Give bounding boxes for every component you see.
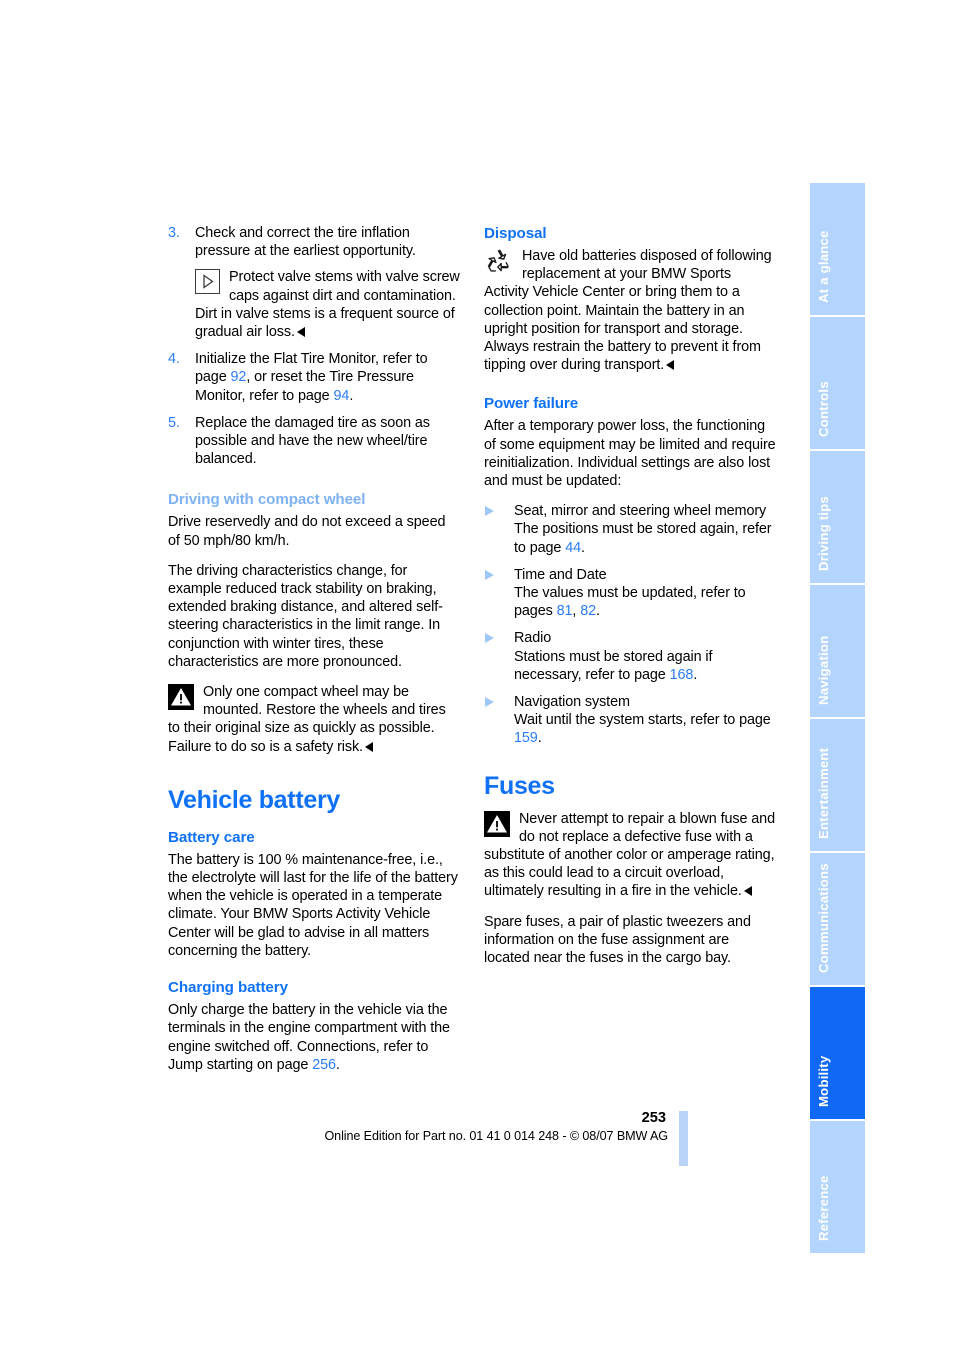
list-item: Radio Stations must be stored again if n… [484, 629, 776, 684]
item-title: Radio [514, 630, 552, 647]
paragraph-battery-care: The battery is 100 % maintenance-free, i… [168, 851, 458, 959]
item-detail-before: Wait until the system starts, refer to p… [514, 712, 771, 729]
list-item: Time and Date The values must be updated… [484, 566, 776, 621]
tab-label: Mobility [815, 1055, 831, 1107]
step-text: Replace the damaged tire as soon as poss… [195, 414, 430, 468]
end-of-note-marker [666, 360, 675, 371]
numbered-step-list: 3. Check and correct the tire inflation … [168, 224, 460, 468]
tab-communications[interactable]: Communications [810, 853, 865, 985]
subheading-power-failure: Power failure [484, 395, 579, 413]
power-failure-list: Seat, mirror and steering wheel memory T… [484, 502, 776, 747]
note-text: Protect valve stems with valve screw cap… [195, 268, 460, 341]
subheading-charging-battery: Charging battery [168, 979, 288, 997]
end-of-note-marker [296, 327, 305, 338]
step-number: 4. [168, 351, 180, 368]
disposal-text: Have old batteries disposed of following… [484, 247, 776, 374]
note-text-body: Protect valve stems with valve screw cap… [195, 269, 460, 341]
page-reference[interactable]: 82 [580, 603, 596, 619]
step-text: Check and correct the tire inflation pre… [195, 225, 416, 260]
item-detail-after: . [693, 666, 698, 683]
heading-fuses: Fuses [484, 771, 555, 800]
page-edge-marker [679, 1111, 688, 1166]
recycling-icon [484, 248, 513, 274]
paragraph-charging-battery: Only charge the battery in the vehicle v… [168, 1001, 460, 1074]
section-tab-strip: At a glance Controls Driving tips Naviga… [810, 183, 865, 1253]
warning-icon [168, 684, 194, 711]
tab-label: At a glance [815, 230, 831, 303]
list-item: 3. Check and correct the tire inflation … [168, 224, 460, 341]
item-detail-after: . [537, 730, 542, 747]
subheading-battery-care: Battery care [168, 828, 255, 846]
triangle-bullet-icon [485, 506, 494, 517]
item-title: Time and Date [514, 566, 607, 583]
tab-label: Reference [815, 1175, 831, 1241]
item-detail-before: The values must be updated, refer to pag… [514, 585, 746, 620]
triangle-bullet-icon [485, 697, 494, 708]
left-text-column: 3. Check and correct the tire inflation … [168, 224, 460, 1086]
item-detail-before: The positions must be stored again, refe… [514, 521, 772, 556]
triangle-bullet-icon [485, 569, 494, 580]
warning-text-body: Never attempt to repair a blown fuse and… [484, 810, 775, 900]
paragraph-spare-fuses: Spare fuses, a pair of plastic tweezers … [484, 913, 751, 967]
item-title: Seat, mirror and steering wheel memory [514, 503, 767, 520]
note-block-disposal: Have old batteries disposed of following… [484, 247, 776, 374]
tab-controls[interactable]: Controls [810, 317, 865, 449]
warning-block-compact-wheel: Only one compact wheel may be mounted. R… [168, 683, 460, 756]
warning-text: Only one compact wheel may be mounted. R… [168, 683, 460, 756]
tab-label: Controls [815, 381, 831, 437]
paragraph-speed-limit: Drive reservedly and do not exceed a spe… [168, 514, 446, 549]
list-item: 5. Replace the damaged tire as soon as p… [168, 414, 460, 469]
tab-label: Driving tips [815, 496, 831, 571]
tab-reference[interactable]: Reference [810, 1121, 865, 1253]
heading-vehicle-battery: Vehicle battery [168, 785, 340, 814]
tab-at-a-glance[interactable]: At a glance [810, 183, 865, 315]
end-of-warning-marker [364, 741, 373, 752]
warning-text-body: Only one compact wheel may be mounted. R… [168, 684, 446, 755]
page-reference[interactable]: 256 [312, 1057, 336, 1073]
list-item: Navigation system Wait until the system … [484, 693, 776, 748]
page-number: 253 [641, 1110, 666, 1126]
note-block-valve-stems: Protect valve stems with valve screw cap… [195, 268, 460, 341]
warning-block-fuses: Never attempt to repair a blown fuse and… [484, 810, 776, 901]
subheading-driving-with-compact-wheel: Driving with compact wheel [168, 491, 366, 509]
tab-label: Entertainment [815, 747, 831, 839]
item-title: Navigation system [514, 694, 630, 711]
paragraph-power-failure-intro: After a temporary power loss, the functi… [484, 418, 776, 490]
item-detail-after: . [596, 603, 600, 620]
end-of-warning-marker [743, 886, 752, 897]
triangle-bullet-icon [485, 633, 494, 644]
note-icon [195, 269, 220, 295]
paragraph-driving-characteristics: The driving characteristics change, for … [168, 562, 443, 670]
disposal-text-body: Have old batteries disposed of following… [484, 248, 772, 374]
item-detail-after: . [581, 539, 585, 556]
page-reference[interactable]: 92 [231, 369, 247, 385]
subheading-disposal: Disposal [484, 225, 547, 242]
tab-entertainment[interactable]: Entertainment [810, 719, 865, 851]
list-item: Seat, mirror and steering wheel memory T… [484, 502, 776, 557]
step-number: 3. [168, 225, 180, 241]
page-reference[interactable]: 168 [670, 667, 694, 683]
page-reference[interactable]: 44 [565, 540, 581, 556]
tab-navigation[interactable]: Navigation [810, 585, 865, 717]
right-text-column: Disposal Have old batteries disposed of … [484, 224, 776, 979]
page-reference[interactable]: 94 [334, 388, 350, 404]
manual-page: 3. Check and correct the tire inflation … [0, 0, 954, 1350]
step-text-after: . [349, 387, 354, 404]
page-reference[interactable]: 159 [514, 730, 538, 746]
paragraph-charging-text-after: . [335, 1056, 340, 1073]
tab-label: Communications [815, 863, 831, 973]
tab-label: Navigation [815, 635, 831, 705]
page-reference[interactable]: 81 [557, 603, 573, 619]
list-item: 4. Initialize the Flat Tire Monitor, ref… [168, 350, 460, 405]
step-number: 5. [168, 414, 180, 431]
warning-icon [484, 810, 510, 837]
footer-edition-notice: Online Edition for Part no. 01 41 0 014 … [324, 1129, 668, 1143]
warning-text: Never attempt to repair a blown fuse and… [484, 810, 776, 901]
tab-mobility[interactable]: Mobility [810, 987, 865, 1119]
tab-driving-tips[interactable]: Driving tips [810, 451, 865, 583]
paragraph-charging-text-before: Only charge the battery in the vehicle v… [168, 1002, 450, 1073]
